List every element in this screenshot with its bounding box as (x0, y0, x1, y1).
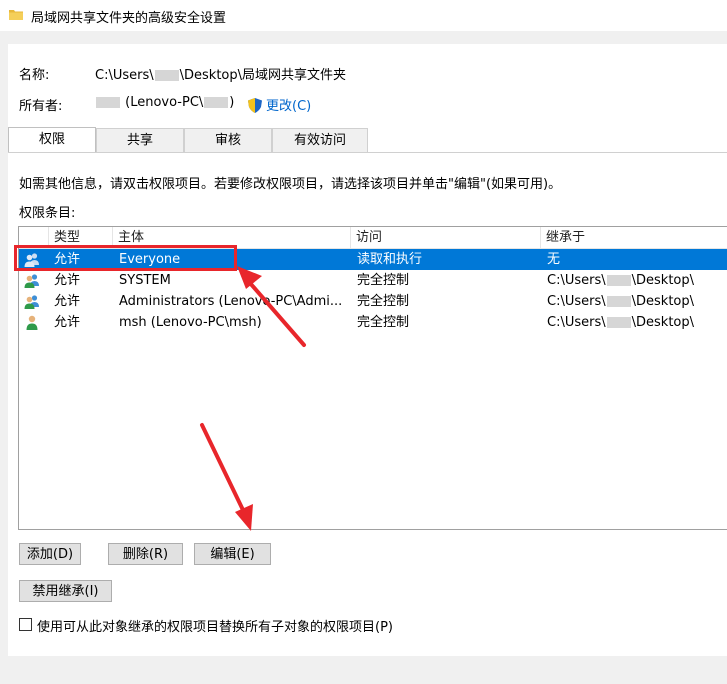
permission-entries-list[interactable]: 类型 主体 访问 继承于 允许 Everyone 读取和执行 无 允许 SYST… (18, 226, 727, 530)
replace-child-permissions-checkbox[interactable] (19, 618, 32, 631)
tab-strip: 权限 共享 审核 有效访问 (8, 127, 727, 153)
entries-label: 权限条目: (19, 206, 76, 221)
redacted-owner-account (204, 97, 229, 108)
list-header: 类型 主体 访问 继承于 (19, 227, 727, 249)
tab-divider (8, 152, 727, 153)
tab-sharing[interactable]: 共享 (96, 128, 184, 152)
folder-path: C:\Users\ \Desktop\局域网共享文件夹 (95, 68, 346, 83)
window-title: 局域网共享文件夹的高级安全设置 (31, 11, 227, 26)
single-user-icon (26, 315, 38, 330)
folder-icon (9, 10, 23, 20)
group-users-icon (24, 253, 39, 267)
instructions-text: 如需其他信息，请双击权限项目。若要修改权限项目，请选择该项目并单击"编辑"(如果… (19, 177, 562, 192)
title-bar: 局域网共享文件夹的高级安全设置 (0, 0, 727, 31)
row-access: 读取和执行 (357, 252, 423, 267)
owner-label: 所有者: (19, 99, 63, 114)
group-users-icon (24, 274, 39, 288)
redacted-username (606, 317, 631, 328)
row-type: 允许 (54, 273, 81, 288)
edit-button[interactable]: 编辑(E) (194, 543, 271, 565)
row-principal: Everyone (119, 252, 181, 267)
row-type: 允许 (54, 294, 81, 309)
redacted-owner (96, 97, 120, 108)
row-type: 允许 (54, 315, 81, 330)
row-inherited: C:\Users\ \Desktop\ (547, 294, 694, 309)
tab-permissions[interactable]: 权限 (8, 127, 96, 153)
row-access: 完全控制 (357, 315, 410, 330)
table-row[interactable]: 允许 Everyone 读取和执行 无 (19, 249, 727, 270)
redacted-username (606, 296, 631, 307)
row-inherited: C:\Users\ \Desktop\ (547, 273, 694, 288)
row-principal: SYSTEM (119, 273, 171, 288)
tab-auditing[interactable]: 审核 (184, 128, 272, 152)
row-type: 允许 (54, 252, 81, 267)
redacted-username (606, 275, 631, 286)
add-button[interactable]: 添加(D) (19, 543, 81, 565)
table-row[interactable]: 允许 Administrators (Lenovo-PC\Admi... 完全控… (19, 291, 727, 312)
table-row[interactable]: 允许 msh (Lenovo-PC\msh) 完全控制 C:\Users\ \De… (19, 312, 727, 333)
replace-child-permissions-label[interactable]: 使用可从此对象继承的权限项目替换所有子对象的权限项目(P) (37, 616, 393, 635)
change-owner-link[interactable]: 更改(C) (248, 95, 311, 114)
row-inherited: C:\Users\ \Desktop\ (547, 315, 694, 330)
name-label: 名称: (19, 68, 50, 83)
redacted-username (154, 70, 179, 81)
table-row[interactable]: 允许 SYSTEM 完全控制 C:\Users\ \Desktop\ (19, 270, 727, 291)
header-icon-column (19, 227, 49, 248)
disable-inheritance-button[interactable]: 禁用继承(I) (19, 580, 112, 602)
header-type[interactable]: 类型 (49, 227, 113, 248)
row-principal: Administrators (Lenovo-PC\Admi... (119, 294, 343, 309)
owner-value: (Lenovo-PC\) (95, 95, 234, 110)
row-access: 完全控制 (357, 273, 410, 288)
row-principal: msh (Lenovo-PC\msh) (119, 315, 262, 330)
tab-effective-access[interactable]: 有效访问 (272, 128, 368, 152)
header-inherited-from[interactable]: 继承于 (541, 227, 727, 248)
row-access: 完全控制 (357, 294, 410, 309)
row-inherited: 无 (547, 252, 561, 267)
remove-button[interactable]: 删除(R) (108, 543, 183, 565)
header-access[interactable]: 访问 (351, 227, 541, 248)
header-principal[interactable]: 主体 (113, 227, 351, 248)
uac-shield-icon (248, 98, 262, 113)
group-users-icon (24, 295, 39, 309)
